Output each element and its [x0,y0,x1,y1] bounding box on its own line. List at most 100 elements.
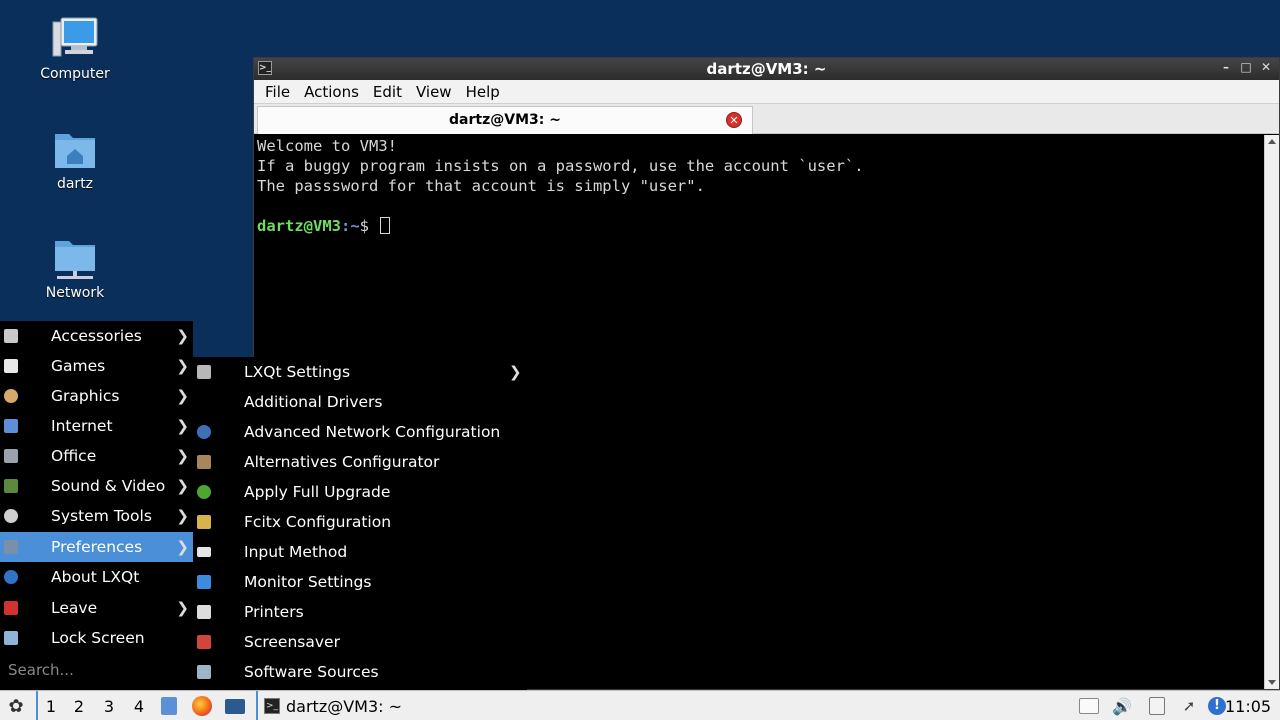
terminal-prompt: dartz@VM3:~$ [257,216,1263,236]
prompt-user: dartz@VM3 [257,217,341,235]
task-label: dartz@VM3: ~ [286,696,403,716]
menu-item-about[interactable]: About LXQt [0,562,193,592]
chevron-right-icon: ❯ [176,477,189,495]
desktop-switch-2[interactable]: 2 [65,691,93,720]
submenu-item-label: Printers [244,603,304,621]
chevron-right-icon: ❯ [176,538,189,556]
menu-item-system-tools[interactable]: System Tools ❯ [0,501,193,531]
firefox-launcher[interactable] [190,691,214,720]
desktop-icon-network[interactable]: Network [20,235,130,301]
lxqt-logo-icon: ✿ [8,695,24,717]
network-plug-icon: ➚ [1182,697,1196,715]
submenu-item-input-method[interactable]: Input Method [193,537,527,567]
submenu-item-label: Alternatives Configurator [244,453,440,471]
menu-item-label: Sound & Video [51,477,166,495]
menu-item-office[interactable]: Office ❯ [0,441,193,471]
menu-item-lock-screen[interactable]: Lock Screen [0,623,193,653]
submenu-item-label: LXQt Settings [244,363,351,381]
submenu-item-full-upgrade[interactable]: Apply Full Upgrade [193,477,527,507]
tray-notes[interactable] [1078,691,1100,720]
submenu-item-label: Additional Drivers [244,393,383,411]
submenu-item-alternatives[interactable]: Alternatives Configurator [193,447,527,477]
accessories-icon [4,329,18,343]
text-cursor [380,217,391,234]
minimize-button[interactable]: – [1219,60,1233,74]
tray-volume[interactable]: 🔊 [1110,691,1134,720]
menu-item-label: Internet [51,417,113,435]
graphics-icon [4,389,18,403]
menu-item-label: Games [51,357,106,375]
show-desktop-launcher[interactable] [223,691,247,720]
menu-item-sound-video[interactable]: Sound & Video ❯ [0,471,193,501]
menu-item-internet[interactable]: Internet ❯ [0,411,193,441]
firefox-icon [192,696,212,716]
tray-clipboard[interactable] [1146,691,1168,720]
terminal-icon: >_ [264,698,280,714]
file-manager-launcher[interactable] [158,691,180,720]
menu-view[interactable]: View [409,83,459,101]
submenu-item-label: Monitor Settings [244,573,372,591]
menu-item-leave[interactable]: Leave ❯ [0,593,193,623]
power-icon [4,601,18,615]
menu-help[interactable]: Help [459,83,507,101]
desktop-switch-4[interactable]: 4 [125,691,153,720]
submenu-item-lxqt-settings[interactable]: LXQt Settings ❯ [193,357,527,387]
tab-close-icon[interactable]: ✕ [726,112,742,128]
app-menu-button[interactable]: ✿ [4,691,28,720]
prompt-symbol: $ [359,217,379,235]
scrollbar[interactable] [1264,135,1279,689]
submenu-item-label: Apply Full Upgrade [244,483,391,501]
office-icon [4,449,18,463]
chevron-right-icon: ❯ [176,387,189,405]
terminal-line: If a buggy program insists on a password… [257,157,864,175]
tab-bar: dartz@VM3: ~ ✕ [254,104,1279,134]
menu-file[interactable]: File [258,83,297,101]
submenu-item-label: Advanced Network Configuration [244,423,501,441]
submenu-item-screensaver[interactable]: Screensaver [193,627,527,657]
submenu-item-monitor-settings[interactable]: Monitor Settings [193,567,527,597]
menu-edit[interactable]: Edit [366,83,409,101]
scroll-down-icon[interactable] [1268,680,1276,685]
prompt-path: :~ [341,217,360,235]
tray-network[interactable]: ➚ [1178,691,1200,720]
internet-icon [4,419,18,433]
menu-item-graphics[interactable]: Graphics ❯ [0,381,193,411]
submenu-item-label: Input Method [244,543,348,561]
window-title: dartz@VM3: ~ [706,60,827,78]
chevron-right-icon: ❯ [176,417,189,435]
window-titlebar[interactable]: >_ dartz@VM3: ~ – □ ✕ [254,58,1279,80]
submenu-item-fcitx[interactable]: Fcitx Configuration [193,507,527,537]
menu-item-label: Preferences [51,538,143,556]
menu-actions[interactable]: Actions [297,83,366,101]
desktop-icon-label: Network [45,285,105,301]
submenu-item-additional-drivers[interactable]: Additional Drivers [193,387,527,417]
scroll-up-icon[interactable] [1268,139,1276,144]
notes-icon [1079,698,1099,714]
preferences-submenu: LXQt Settings ❯ Additional Drivers Advan… [193,357,527,690]
close-button[interactable]: ✕ [1259,60,1273,74]
menu-item-label: System Tools [51,507,152,525]
submenu-item-software-sources[interactable]: Software Sources [193,657,527,687]
tab-terminal[interactable]: dartz@VM3: ~ ✕ [257,106,753,134]
taskbar-task-terminal[interactable]: >_ dartz@VM3: ~ [256,691,516,720]
desktop-icon [225,698,245,714]
desktop-switch-3[interactable]: 3 [95,691,123,720]
desktop-icon-home[interactable]: dartz [20,126,130,192]
computer-icon [51,16,99,62]
menu-item-games[interactable]: Games ❯ [0,351,193,381]
alternatives-icon [197,455,211,469]
tools-icon [197,365,211,379]
submenu-item-advanced-network[interactable]: Advanced Network Configuration [193,417,527,447]
clock[interactable]: 11:05 [1225,691,1271,720]
maximize-button[interactable]: □ [1239,60,1253,74]
network-folder-icon [51,235,99,281]
desktop-icon-label: Computer [40,66,110,82]
desktop-switch-1[interactable]: 1 [36,691,64,720]
desktop-icon-computer[interactable]: Computer [20,16,130,82]
menu-item-preferences[interactable]: Preferences ❯ [0,532,193,562]
menu-search-input[interactable]: Search... [0,653,193,687]
chevron-right-icon: ❯ [509,363,522,381]
menu-item-accessories[interactable]: Accessories ❯ [0,321,193,351]
submenu-item-printers[interactable]: Printers [193,597,527,627]
games-icon [4,359,18,373]
